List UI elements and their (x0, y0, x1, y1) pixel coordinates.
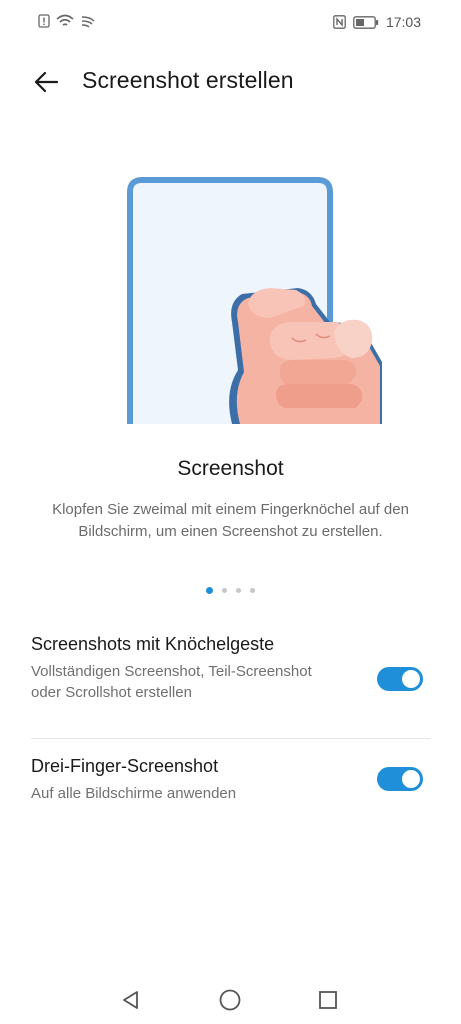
knuckle-gesture-toggle[interactable] (377, 667, 423, 691)
slide-title: Screenshot (177, 457, 284, 480)
wifi-icon (56, 14, 74, 26)
toggle-knob (402, 770, 420, 788)
arrow-left-icon (34, 71, 59, 93)
status-bar: 17:03 (0, 0, 461, 44)
recents-square-icon (319, 991, 337, 1009)
page-dot-4[interactable] (250, 588, 255, 593)
setting-knuckle-gesture[interactable]: Screenshots mit Knöchelgeste Vollständig… (31, 634, 431, 703)
knuckle-tap-phone-illustration (127, 177, 382, 424)
setting-title: Drei-Finger-Screenshot (31, 756, 219, 776)
nav-home-button[interactable] (216, 986, 244, 1014)
back-triangle-icon (123, 991, 138, 1009)
alert-sim-icon (38, 14, 50, 28)
page-dot-1[interactable] (206, 587, 213, 594)
back-button[interactable] (26, 64, 66, 100)
home-circle-icon (219, 989, 241, 1011)
setting-subtitle: Auf alle Bildschirme anwenden (31, 785, 237, 802)
nav-back-button[interactable] (117, 986, 145, 1014)
slide-description: Klopfen Sie zweimal mit einem Fingerknöc… (52, 501, 409, 540)
status-left-icons (38, 14, 96, 28)
status-right-icons: 17:03 (333, 14, 421, 30)
nav-recents-button[interactable] (314, 986, 342, 1014)
divider (31, 738, 431, 739)
navigation-bar (0, 974, 461, 1024)
hotspot-icon (81, 16, 95, 28)
status-time: 17:03 (385, 14, 421, 30)
three-finger-toggle[interactable] (377, 767, 423, 791)
page-dot-2[interactable] (222, 588, 227, 593)
app-bar: Screenshot erstellen (0, 56, 461, 108)
page-title: Screenshot erstellen (82, 67, 294, 93)
nfc-icon (333, 15, 346, 29)
page-dot-3[interactable] (236, 588, 241, 593)
knuckle-tap-illustration (120, 172, 390, 427)
setting-three-finger[interactable]: Drei-Finger-Screenshot Auf alle Bildschi… (31, 756, 431, 804)
battery-icon (353, 15, 379, 29)
page-indicator[interactable] (0, 587, 461, 594)
setting-title: Screenshots mit Knöchelgeste (31, 634, 275, 654)
setting-subtitle: Vollständigen Screenshot, Teil-Screensho… (31, 663, 312, 701)
toggle-knob (402, 670, 420, 688)
